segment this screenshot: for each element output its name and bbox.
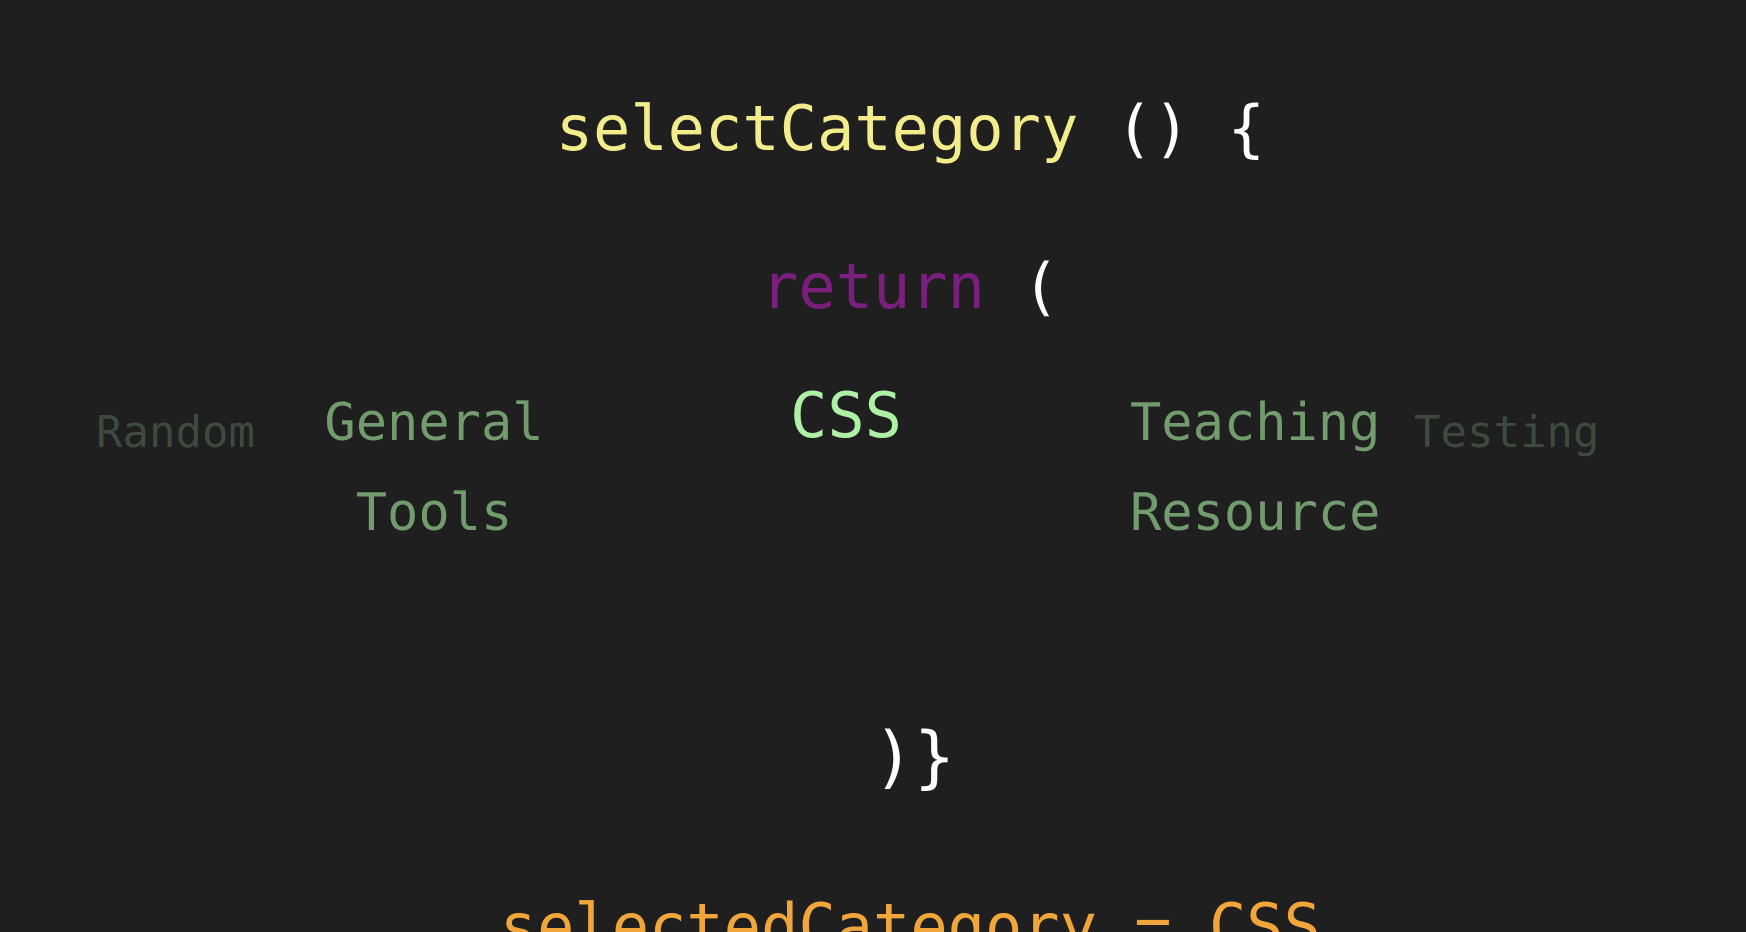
category-css-selected[interactable]: CSS: [790, 385, 902, 447]
category-teaching-resource[interactable]: Teaching Resource: [1130, 378, 1380, 558]
return-paren: (: [984, 250, 1060, 323]
category-random[interactable]: Random: [96, 411, 255, 455]
closing-brackets-text: )}: [873, 718, 955, 797]
return-statement: return (: [0, 194, 1746, 318]
result-line: selectedCategory = CSS: [0, 834, 1746, 932]
category-testing[interactable]: Testing: [1414, 411, 1599, 455]
function-signature: selectCategory () {: [0, 36, 1746, 160]
closing-brackets: )}: [0, 656, 1746, 792]
selected-category-result: selectedCategory = CSS: [499, 890, 1321, 932]
category-general-tools[interactable]: General Tools: [318, 378, 550, 558]
function-name: selectCategory: [555, 92, 1079, 165]
return-keyword: return: [761, 250, 985, 323]
function-parens: () {: [1078, 92, 1265, 165]
